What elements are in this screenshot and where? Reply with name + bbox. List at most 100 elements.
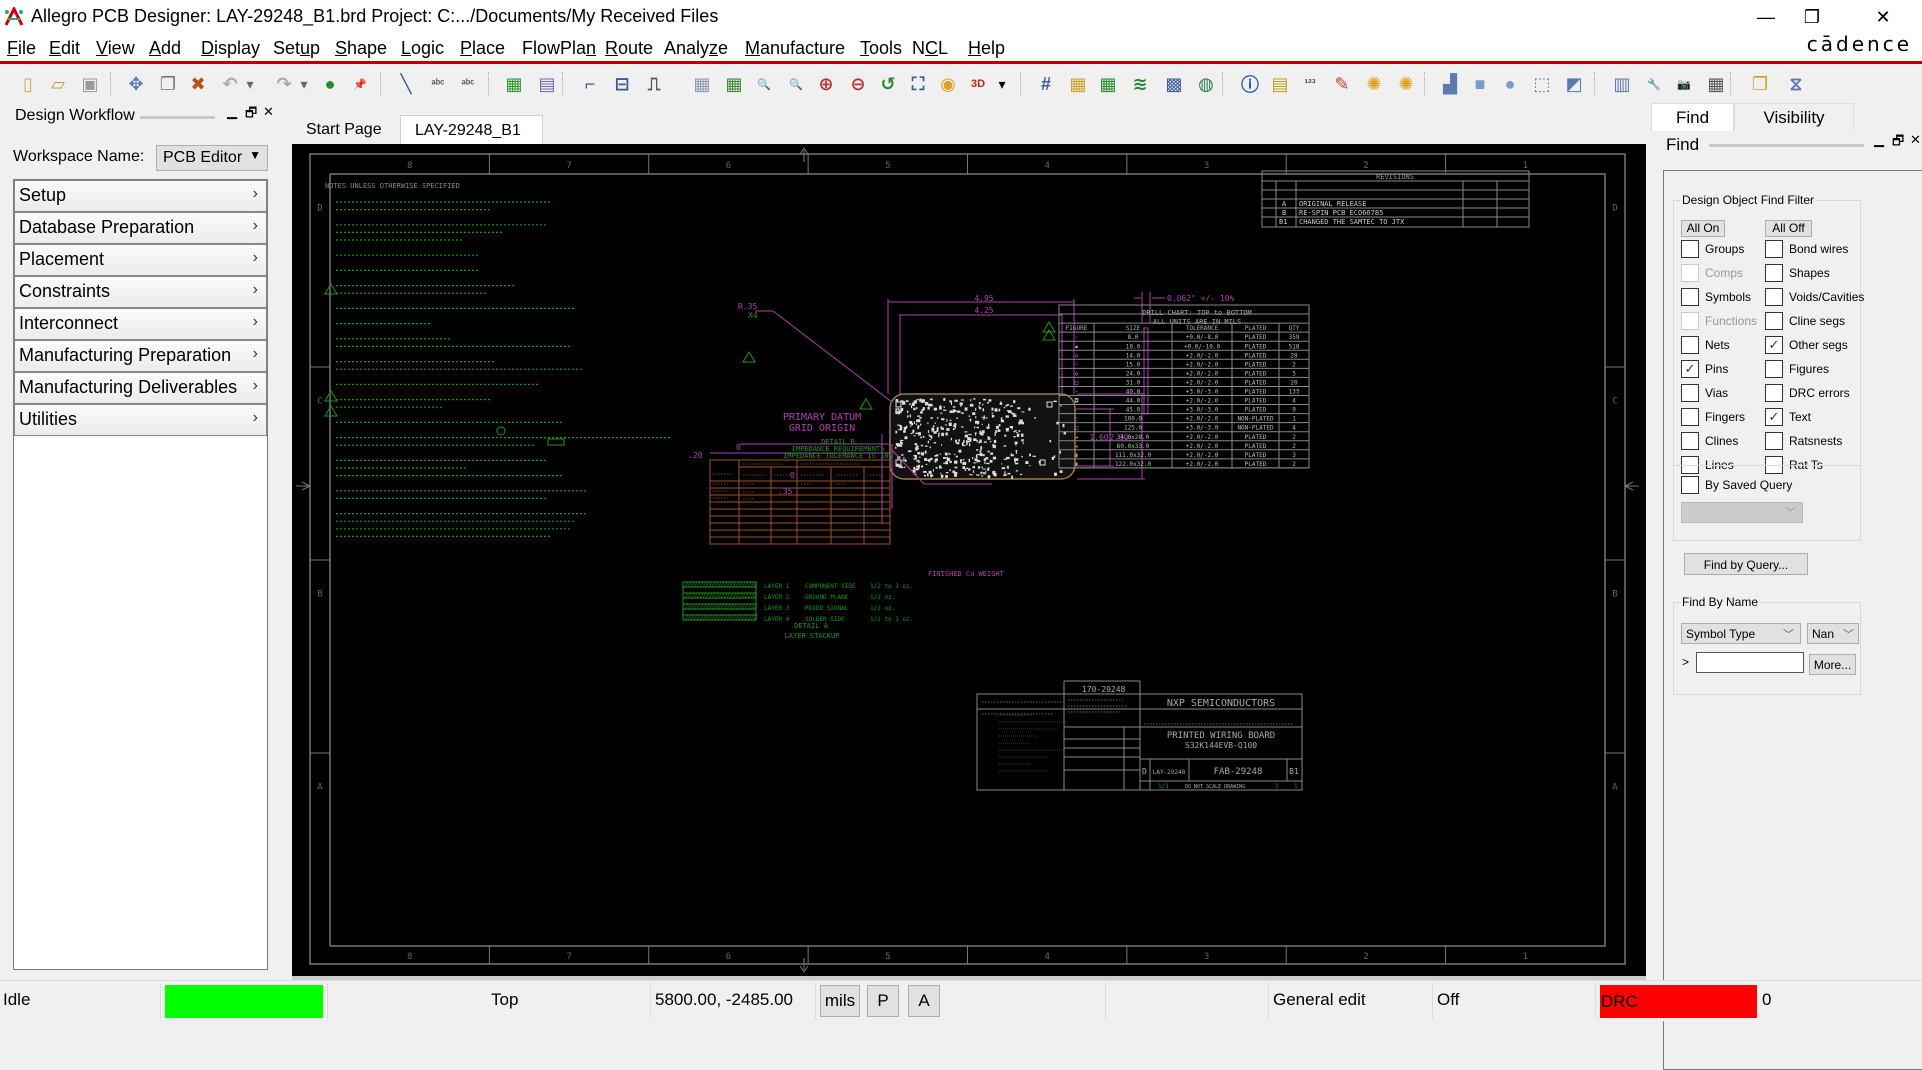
filter-voids-cavities[interactable]: Voids/Cavities	[1765, 288, 1864, 306]
checkbox-box[interactable]	[1681, 476, 1699, 494]
workflow-item-constraints[interactable]: Constraints ›	[14, 276, 267, 308]
measure-icon[interactable]: ¹²³	[1298, 72, 1322, 96]
menu-shape[interactable]: Shape	[335, 38, 387, 59]
zoom-window-icon[interactable]: 🔍	[784, 72, 808, 96]
filter-nets[interactable]: Nets	[1681, 336, 1730, 354]
panel-close-icon[interactable]: ✕	[1910, 132, 1921, 148]
filter-symbols[interactable]: Symbols	[1681, 288, 1751, 306]
redo-dropdown-icon[interactable]: ▾	[298, 72, 310, 96]
menu-flowplan[interactable]: FlowPlan	[522, 38, 596, 59]
filter-shapes[interactable]: Shapes	[1765, 264, 1830, 282]
close-button[interactable]: ✕	[1854, 0, 1912, 34]
add-text-icon[interactable]: ᵃᵇᶜ	[426, 72, 450, 96]
filter-cline-segs[interactable]: Cline segs	[1765, 312, 1845, 330]
panel-float-icon[interactable]: 🗗	[245, 104, 257, 126]
drc-indicator[interactable]: DRC	[1600, 985, 1757, 1018]
tab-visibility[interactable]: Visibility	[1734, 103, 1854, 131]
wrench-icon[interactable]: 🔧	[1642, 72, 1666, 96]
workflow-item-setup[interactable]: Setup ›	[14, 180, 267, 212]
filter-vias[interactable]: Vias	[1681, 384, 1728, 402]
menu-add[interactable]: Add	[149, 38, 181, 59]
delay-tune-icon[interactable]: ⎍	[642, 72, 666, 96]
filter-clines[interactable]: Clines	[1681, 432, 1738, 450]
tab-lay-29248-b1[interactable]: LAY-29248_B1	[400, 115, 543, 144]
drc-icon[interactable]: ▥	[1610, 72, 1634, 96]
panel-grip[interactable]	[1709, 144, 1864, 147]
add-line-icon[interactable]: ╲	[394, 72, 418, 96]
name-type-select[interactable]: Symbol Type ﹀	[1681, 623, 1801, 644]
menu-route[interactable]: Route	[605, 38, 653, 59]
panel-float-icon[interactable]: 🗗	[1892, 132, 1904, 154]
menu-tools[interactable]: Tools	[860, 38, 902, 59]
stackup-icon[interactable]: ≋	[1128, 72, 1152, 96]
slide-icon[interactable]: ⊟	[610, 72, 634, 96]
checkbox-box[interactable]	[1681, 288, 1699, 306]
menu-manufacture[interactable]: Manufacture	[745, 38, 845, 59]
design-canvas[interactable]: 8877665544332211DDCCBBAA NOTES UNLESS OT…	[292, 144, 1646, 976]
checkbox-box[interactable]	[1681, 384, 1699, 402]
redo-icon[interactable]: ↷	[272, 72, 296, 96]
3d-view-icon[interactable]: 3D	[966, 72, 990, 96]
workflow-item-placement[interactable]: Placement ›	[14, 244, 267, 276]
rats-icon[interactable]: ▦	[722, 72, 746, 96]
filter-drc-errors[interactable]: DRC errors	[1765, 384, 1850, 402]
workflow-item-database-preparation[interactable]: Database Preparation ›	[14, 212, 267, 244]
workflow-item-manufacturing-preparation[interactable]: Manufacturing Preparation ›	[14, 340, 267, 372]
checkbox-box[interactable]	[1765, 384, 1783, 402]
panel-minimize-icon[interactable]: ▁	[227, 104, 237, 120]
3d-dropdown-icon[interactable]: ▾	[996, 72, 1008, 96]
checkbox-box[interactable]	[1765, 312, 1783, 330]
shade-icon[interactable]: ✺	[1394, 72, 1418, 96]
workspace-select[interactable]: PCB Editor ▼	[156, 145, 268, 171]
filter-groups[interactable]: Groups	[1681, 240, 1744, 258]
undo-dropdown-icon[interactable]: ▾	[244, 72, 256, 96]
new-file-icon[interactable]: ▯	[16, 72, 40, 96]
shape-add-icon[interactable]: ▟	[1438, 72, 1462, 96]
move-icon[interactable]: ✥	[124, 72, 148, 96]
menu-help[interactable]: Help	[968, 38, 1005, 59]
zoom-fit-icon[interactable]: 🔍	[752, 72, 776, 96]
color-icon[interactable]: ▦	[1066, 72, 1090, 96]
menu-file[interactable]: File	[7, 38, 36, 59]
checkmark-icon[interactable]: ✓	[1765, 408, 1783, 426]
filter-other-segs[interactable]: ✓ Other segs	[1765, 336, 1848, 354]
constraint-manager-icon[interactable]: ▩	[1162, 72, 1186, 96]
checkbox-box[interactable]	[1681, 240, 1699, 258]
zoom-out-icon[interactable]: ⊖	[846, 72, 870, 96]
menu-setup[interactable]: Setup	[273, 38, 320, 59]
menu-place[interactable]: Place	[460, 38, 505, 59]
checkmark-icon[interactable]: ✓	[1765, 336, 1783, 354]
info-icon[interactable]: ⓘ	[1238, 72, 1262, 96]
camera-icon[interactable]: 📷	[1672, 72, 1696, 96]
name-input[interactable]	[1696, 652, 1804, 673]
menu-logic[interactable]: Logic	[401, 38, 444, 59]
filter-fingers[interactable]: Fingers	[1681, 408, 1745, 426]
zoom-world-icon[interactable]: ⛶	[906, 72, 930, 96]
panel-grip[interactable]	[140, 116, 215, 119]
highlight-icon[interactable]: ✎	[1330, 72, 1354, 96]
place-manual-icon[interactable]: ▦	[502, 72, 526, 96]
save-icon[interactable]: ▣	[78, 72, 102, 96]
layer-icon[interactable]: ▦	[1096, 72, 1120, 96]
rectangle-icon[interactable]: ■	[1468, 72, 1492, 96]
filter-ratsnests[interactable]: Ratsnests	[1765, 432, 1842, 450]
menu-display[interactable]: Display	[201, 38, 260, 59]
select-shape-icon[interactable]: ⬚	[1530, 72, 1554, 96]
checkbox-box[interactable]	[1765, 432, 1783, 450]
pin-icon[interactable]: 📌	[348, 72, 372, 96]
properties-icon[interactable]: ▤	[1268, 72, 1292, 96]
menu-ncl[interactable]: NCL	[912, 38, 948, 59]
edit-text-icon[interactable]: ᵃᵇᶜ	[456, 72, 480, 96]
all-off-button[interactable]: All Off	[1765, 220, 1812, 237]
menu-edit[interactable]: Edit	[49, 38, 80, 59]
add-connect-icon[interactable]: ⌐	[578, 72, 602, 96]
checkbox-box[interactable]	[1765, 360, 1783, 378]
saved-query-checkbox[interactable]: By Saved Query	[1681, 476, 1792, 494]
restore-button[interactable]: ❐	[1783, 0, 1841, 34]
checkbox-box[interactable]	[1765, 264, 1783, 282]
workflow-item-utilities[interactable]: Utilities ›	[14, 404, 267, 436]
name-mode-select[interactable]: Nan ﹀	[1807, 623, 1859, 644]
checkbox-box[interactable]	[1765, 288, 1783, 306]
delete-icon[interactable]: ✖	[186, 72, 210, 96]
checkbox-box[interactable]	[1681, 408, 1699, 426]
